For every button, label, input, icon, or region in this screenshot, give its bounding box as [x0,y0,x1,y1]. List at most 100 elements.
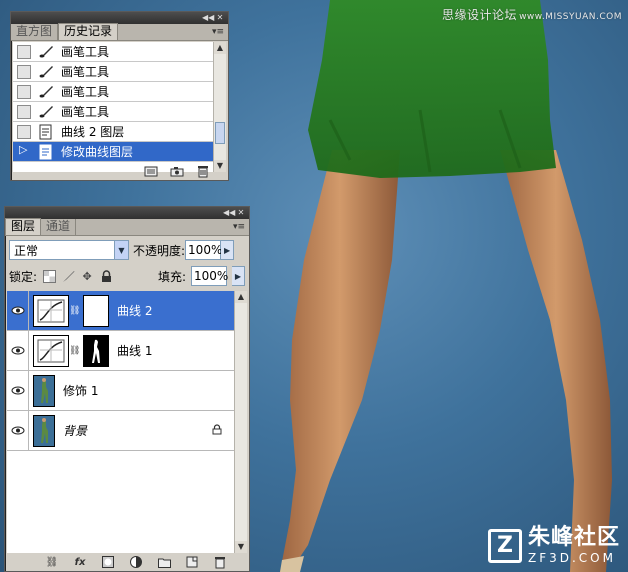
tab-layers[interactable]: 图层 [5,218,42,235]
scroll-thumb[interactable] [215,122,225,144]
scroll-up-icon[interactable]: ▲ [214,42,226,54]
adjustment-layer-icon[interactable] [129,556,143,568]
panel-titlebar[interactable]: ◀◀ ✕ [11,12,228,24]
opacity-label: 不透明度: [133,243,186,258]
scroll-up-icon[interactable]: ▲ [235,291,247,303]
history-source-checkbox[interactable] [17,64,31,79]
lock-transparent-icon[interactable] [42,269,56,283]
layer-style-fx-icon[interactable]: fx [73,556,87,568]
scroll-down-icon[interactable]: ▼ [235,541,247,553]
layer-thumbnail[interactable] [33,374,55,407]
layer-mask-thumbnail[interactable] [83,294,109,327]
document-icon [37,124,55,140]
lock-row: 锁定: ✥ 填充: 100% ▶ [9,265,245,287]
brush-icon [37,44,55,60]
trash-icon[interactable] [196,165,210,177]
layer-row-background[interactable]: 背景 [7,410,236,451]
layer-row-curves-2[interactable]: ⛓ 曲线 2 [7,291,236,331]
new-snapshot-icon[interactable] [170,165,184,177]
link-chain-icon[interactable]: ⛓ [69,306,80,316]
curves-adjustment-icon[interactable] [33,294,69,327]
lock-icon [212,423,222,438]
history-item-label: 画笔工具 [61,45,110,59]
z-logo-icon: Z [487,528,522,563]
layer-list: ⛓ 曲线 2 ⛓ 曲线 1 修饰 1 背景 [7,291,236,553]
new-group-folder-icon[interactable] [157,556,171,568]
trash-icon[interactable] [213,556,227,568]
history-item-label: 画笔工具 [61,85,110,99]
history-item[interactable]: 画笔工具 [13,102,221,122]
eye-icon[interactable] [7,291,29,331]
lock-label: 锁定: [9,269,38,284]
eye-icon[interactable] [7,370,29,411]
history-item-label: 画笔工具 [61,65,110,79]
fill-slider-button[interactable]: ▶ [232,266,245,286]
blend-mode-value: 正常 [14,243,39,258]
tab-history[interactable]: 历史记录 [58,23,119,40]
watermark-bottom-cn: 朱峰社区 [527,525,620,550]
new-document-from-state-icon[interactable] [144,165,158,177]
collapse-icon[interactable]: ◀◀ [223,208,235,218]
history-item-label: 曲线 2 图层 [61,125,125,139]
history-source-checkbox[interactable] [17,104,31,119]
layers-scrollbar[interactable]: ▲ ▼ [234,291,247,553]
history-item[interactable]: 曲线 2 图层 [13,122,221,142]
layer-name: 曲线 2 [117,304,153,318]
collapse-icon[interactable]: ◀◀ [202,13,214,23]
curves-adjustment-icon[interactable] [33,334,69,367]
history-item[interactable]: 画笔工具 [13,82,221,102]
lock-pixels-brush-icon[interactable] [61,269,75,283]
fill-input[interactable]: 100% [191,266,228,286]
history-item-label: 画笔工具 [61,105,110,119]
history-panel: ◀◀ ✕ 直方图 历史记录 ▾≡ 画笔工具 画笔工具 画笔工具 画笔工具 曲线 … [10,11,229,181]
lock-all-icon[interactable] [99,269,113,283]
brush-icon [37,84,55,100]
layer-name: 修饰 1 [63,384,99,398]
fill-label: 填充: [157,269,186,284]
link-chain-icon[interactable]: ⛓ [69,346,80,356]
history-item[interactable]: 画笔工具 [13,42,221,62]
tab-channels[interactable]: 通道 [41,219,77,235]
close-icon[interactable]: ✕ [236,208,246,218]
layers-panel: ◀◀ ✕ 图层 通道 ▾≡ 正常 ▼ 不透明度: 100% ▶ 锁定: ✥ 填充… [4,206,250,572]
eye-icon[interactable] [7,410,29,451]
brush-icon [37,64,55,80]
layer-row-curves-1[interactable]: ⛓ 曲线 1 [7,330,236,371]
history-item[interactable]: 画笔工具 [13,62,221,82]
history-state-marker [17,143,31,159]
history-footer [11,162,228,180]
layer-thumbnail[interactable] [33,414,55,447]
history-source-checkbox[interactable] [17,44,31,59]
chevron-down-icon[interactable]: ▼ [114,241,128,259]
layer-row-retouch-1[interactable]: 修饰 1 [7,370,236,411]
watermark-top-cn: 思缘设计论坛 [442,8,518,22]
watermark-top-en: www.MISSYUAN.COM [519,12,622,22]
opacity-slider-button[interactable]: ▶ [221,240,235,260]
history-scrollbar[interactable]: ▲ ▼ [213,42,226,172]
lock-position-move-icon[interactable]: ✥ [80,269,94,283]
link-layers-icon[interactable]: ⛓ [45,556,59,568]
tab-histogram[interactable]: 直方图 [11,24,59,40]
close-icon[interactable]: ✕ [215,13,225,23]
panel-menu-icon[interactable]: ▾≡ [212,27,224,37]
history-list: 画笔工具 画笔工具 画笔工具 画笔工具 曲线 2 图层 修改曲线图层 [13,42,221,172]
watermark-top: 思缘设计论坛 www.MISSYUAN.COM [442,6,622,23]
document-icon [37,144,55,160]
eye-icon[interactable] [7,330,29,371]
new-layer-icon[interactable] [185,556,199,568]
layer-mask-thumbnail[interactable] [83,334,109,367]
history-item-label: 修改曲线图层 [61,145,134,159]
history-item-selected[interactable]: 修改曲线图层 [13,142,221,162]
history-source-checkbox[interactable] [17,124,31,139]
panel-titlebar[interactable]: ◀◀ ✕ [5,207,249,219]
layers-footer: ⛓ fx [5,553,249,571]
history-source-checkbox[interactable] [17,84,31,99]
layer-name: 背景 [63,424,88,438]
watermark-bottom-en: ZF3D.COM [527,551,616,565]
blend-mode-select[interactable]: 正常 ▼ [9,240,129,260]
opacity-input[interactable]: 100% [185,240,222,260]
layer-name: 曲线 1 [117,344,153,358]
panel-menu-icon[interactable]: ▾≡ [233,222,245,232]
layers-tabs: 图层 通道 ▾≡ [5,218,249,236]
add-mask-icon[interactable] [101,556,115,568]
